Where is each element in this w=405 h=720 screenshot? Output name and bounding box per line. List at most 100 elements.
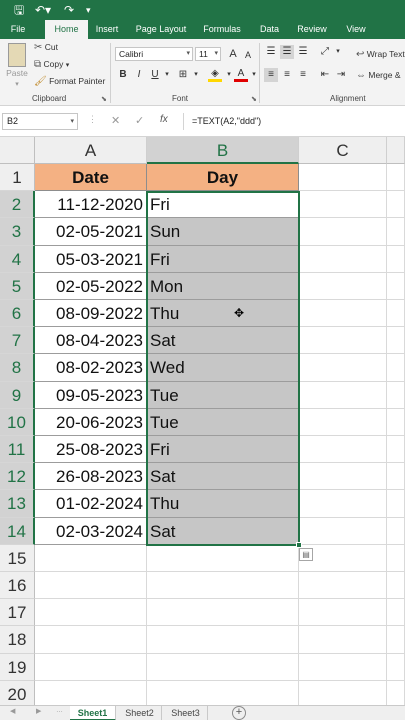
prev-sheet-icon[interactable]: ◀	[10, 707, 15, 715]
shrink-font-icon[interactable]: A	[241, 48, 255, 62]
cell-c18[interactable]	[299, 626, 387, 654]
customize-icon[interactable]: ▾	[86, 2, 91, 18]
fill-color-icon[interactable]: ◈	[208, 68, 222, 82]
cell-c4[interactable]	[299, 245, 387, 273]
cell-a18[interactable]	[35, 626, 147, 654]
quick-analysis-icon[interactable]: ▤	[299, 547, 313, 561]
format-painter-button[interactable]: 🖌 Format Painter	[34, 75, 105, 88]
cell-d6[interactable]	[387, 300, 405, 328]
cell-b14[interactable]: Sat	[147, 517, 299, 545]
tab-formulas[interactable]: Formulas	[198, 20, 246, 39]
cell-a20[interactable]	[35, 680, 147, 708]
row-header-12[interactable]: 12	[0, 463, 35, 491]
cell-d15[interactable]	[387, 544, 405, 572]
cell-b2[interactable]: Fri	[147, 191, 299, 219]
cell-c10[interactable]	[299, 408, 387, 436]
select-all-corner[interactable]	[0, 137, 35, 164]
cell-b10[interactable]: Tue	[147, 408, 299, 436]
row-header-16[interactable]: 16	[0, 572, 35, 600]
cell-a7[interactable]: 08-04-2023	[35, 327, 147, 355]
borders-icon[interactable]: ⊞	[176, 68, 190, 82]
grow-font-icon[interactable]: A	[226, 47, 240, 61]
cell-c7[interactable]	[299, 327, 387, 355]
cell-d17[interactable]	[387, 599, 405, 627]
align-middle-icon[interactable]: ☰	[280, 45, 294, 59]
cell-d13[interactable]	[387, 490, 405, 518]
row-header-9[interactable]: 9	[0, 381, 35, 409]
align-top-icon[interactable]: ☰	[264, 45, 278, 59]
cell-b1[interactable]: Day	[147, 164, 299, 192]
cell-b19[interactable]	[147, 653, 299, 681]
column-header-d[interactable]	[387, 137, 405, 164]
merge-button[interactable]: ⇔ Merge &	[356, 69, 401, 82]
copy-button[interactable]: ⧉ Copy ▾	[34, 58, 69, 72]
chevron-down-icon[interactable]: ▾	[189, 68, 203, 82]
cell-a3[interactable]: 02-05-2021	[35, 218, 147, 246]
italic-button[interactable]: I	[132, 68, 146, 82]
sheet-tab-sheet3[interactable]: Sheet3	[164, 706, 208, 720]
cell-c14[interactable]	[299, 517, 387, 545]
cell-c6[interactable]	[299, 300, 387, 328]
cell-c16[interactable]	[299, 572, 387, 600]
cell-a19[interactable]	[35, 653, 147, 681]
column-header-c[interactable]: C	[299, 137, 387, 164]
save-icon[interactable]: 🖫	[14, 2, 24, 18]
row-header-8[interactable]: 8	[0, 354, 35, 382]
align-left-icon[interactable]: ≡	[264, 68, 278, 82]
cell-b12[interactable]: Sat	[147, 463, 299, 491]
cell-d4[interactable]	[387, 245, 405, 273]
cell-a6[interactable]: 08-09-2022	[35, 300, 147, 328]
cell-d10[interactable]	[387, 408, 405, 436]
cell-c12[interactable]	[299, 463, 387, 491]
cell-d2[interactable]	[387, 191, 405, 219]
cell-b8[interactable]: Wed	[147, 354, 299, 382]
clipboard-launcher-icon[interactable]: ⬊	[101, 95, 107, 103]
row-header-17[interactable]: 17	[0, 599, 35, 627]
cell-b15[interactable]	[147, 544, 299, 572]
cell-a4[interactable]: 05-03-2021	[35, 245, 147, 273]
cell-b18[interactable]	[147, 626, 299, 654]
tab-file[interactable]: File	[0, 20, 36, 39]
tab-data[interactable]: Data	[252, 20, 287, 39]
wrap-text-button[interactable]: ↩ Wrap Text	[356, 48, 405, 61]
cell-a17[interactable]	[35, 599, 147, 627]
font-color-icon[interactable]: A	[234, 68, 248, 82]
align-center-icon[interactable]: ≡	[280, 68, 294, 82]
row-header-11[interactable]: 11	[0, 436, 35, 464]
cell-c1[interactable]	[299, 164, 387, 192]
row-header-18[interactable]: 18	[0, 626, 35, 654]
cell-d19[interactable]	[387, 653, 405, 681]
cut-button[interactable]: ✂ Cut	[34, 41, 58, 54]
font-size-combo[interactable]: 11 ▾	[195, 47, 221, 61]
cell-d14[interactable]	[387, 517, 405, 545]
cell-b20[interactable]	[147, 680, 299, 708]
cancel-icon[interactable]: ✕	[111, 114, 120, 127]
more-sheets-icon[interactable]: …	[56, 707, 63, 714]
add-sheet-button[interactable]: +	[232, 706, 246, 720]
cell-c13[interactable]	[299, 490, 387, 518]
cell-d3[interactable]	[387, 218, 405, 246]
cell-b7[interactable]: Sat	[147, 327, 299, 355]
cell-b6[interactable]: Thu	[147, 300, 299, 328]
undo-icon[interactable]: ↶▾	[35, 2, 51, 18]
cell-c5[interactable]	[299, 272, 387, 300]
cell-a16[interactable]	[35, 572, 147, 600]
row-header-13[interactable]: 13	[0, 490, 35, 518]
cell-d7[interactable]	[387, 327, 405, 355]
cell-c8[interactable]	[299, 354, 387, 382]
row-header-20[interactable]: 20	[0, 680, 35, 708]
cell-a10[interactable]: 20-06-2023	[35, 408, 147, 436]
row-header-3[interactable]: 3	[0, 218, 35, 246]
cell-a9[interactable]: 09-05-2023	[35, 381, 147, 409]
cell-c17[interactable]	[299, 599, 387, 627]
cell-a15[interactable]	[35, 544, 147, 572]
tab-page-layout[interactable]: Page Layout	[128, 20, 194, 39]
row-header-19[interactable]: 19	[0, 653, 35, 681]
cell-a12[interactable]: 26-08-2023	[35, 463, 147, 491]
cell-c3[interactable]	[299, 218, 387, 246]
row-header-14[interactable]: 14	[0, 517, 35, 545]
cell-a14[interactable]: 02-03-2024	[35, 517, 147, 545]
cell-b5[interactable]: Mon	[147, 272, 299, 300]
paste-button[interactable]: Paste ▾	[6, 43, 28, 91]
cell-a5[interactable]: 02-05-2022	[35, 272, 147, 300]
